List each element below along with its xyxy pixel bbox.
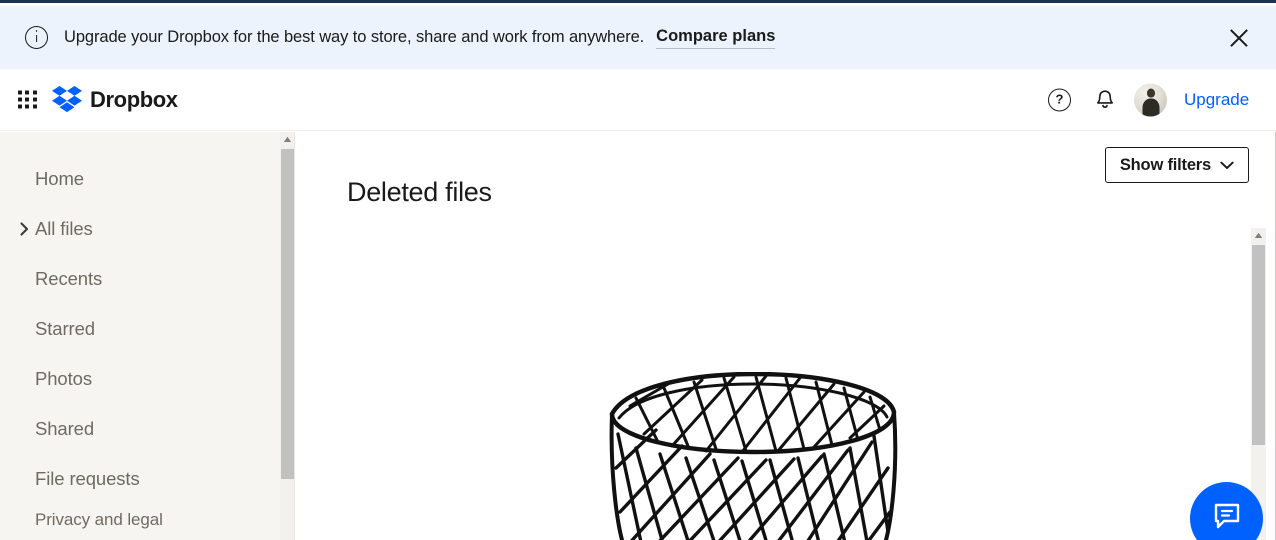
- show-filters-label: Show filters: [1119, 155, 1211, 174]
- sidebar-item-label: Shared: [35, 418, 95, 439]
- info-circle-icon: [25, 26, 48, 49]
- user-avatar[interactable]: [1134, 83, 1167, 116]
- main-content-area: Show filters Deleted files: [296, 132, 1276, 540]
- sidebar-item-recents[interactable]: Recents: [0, 254, 278, 304]
- sidebar-item-home[interactable]: Home: [0, 154, 278, 204]
- sidebar-item-label: Photos: [35, 368, 92, 389]
- close-icon[interactable]: [1226, 25, 1252, 51]
- sidebar-item-photos[interactable]: Photos: [0, 354, 278, 404]
- privacy-and-legal-link[interactable]: Privacy and legal: [0, 497, 278, 540]
- scroll-up-arrow-icon[interactable]: [1251, 228, 1266, 243]
- sidebar-item-label: All files: [35, 218, 93, 239]
- sidebar-item-label: Starred: [35, 318, 95, 339]
- browser-viewport: Upgrade your Dropbox for the best way to…: [0, 0, 1276, 540]
- top-navigation-bar: Dropbox ? Upgrade: [0, 69, 1276, 190]
- chevron-down-icon: [1220, 161, 1234, 170]
- brand-name: Dropbox: [90, 86, 178, 112]
- sidebar-item-label: Home: [35, 168, 84, 189]
- dropbox-logo-home-link[interactable]: Dropbox: [52, 85, 178, 114]
- chat-bubble-icon: [1212, 501, 1242, 536]
- wastebasket-drawing: [606, 371, 906, 540]
- sidebar-nav-list: Home All files Recents Starred Photos Sh…: [0, 132, 278, 504]
- scroll-up-arrow-icon[interactable]: [280, 132, 294, 147]
- dropbox-glyph-icon: [52, 85, 82, 112]
- show-filters-button[interactable]: Show filters: [1104, 147, 1249, 183]
- upgrade-link[interactable]: Upgrade: [1184, 90, 1249, 110]
- main-scrollbar-thumb[interactable]: [1252, 245, 1265, 445]
- banner-message: Upgrade your Dropbox for the best way to…: [64, 28, 645, 46]
- sidebar-item-label: Recents: [35, 268, 103, 289]
- sidebar-item-shared[interactable]: Shared: [0, 404, 278, 454]
- sidebar-item-starred[interactable]: Starred: [0, 304, 278, 354]
- question-mark-icon[interactable]: ?: [1048, 88, 1071, 111]
- compare-plans-link[interactable]: Compare plans: [656, 27, 776, 49]
- page-title: Deleted files: [347, 177, 492, 207]
- chevron-right-icon[interactable]: [13, 222, 35, 236]
- sidebar-scrollbar[interactable]: [280, 132, 294, 540]
- sidebar-footer-label: Privacy and legal: [35, 510, 163, 529]
- upgrade-banner: Upgrade your Dropbox for the best way to…: [0, 6, 1276, 69]
- sidebar-scrollbar-thumb[interactable]: [281, 149, 294, 479]
- sidebar-item-label: File requests: [35, 468, 140, 489]
- grid-apps-icon[interactable]: [18, 90, 37, 109]
- sidebar: Home All files Recents Starred Photos Sh…: [0, 132, 295, 540]
- sidebar-item-all-files[interactable]: All files: [0, 204, 278, 254]
- bell-icon[interactable]: [1093, 88, 1117, 112]
